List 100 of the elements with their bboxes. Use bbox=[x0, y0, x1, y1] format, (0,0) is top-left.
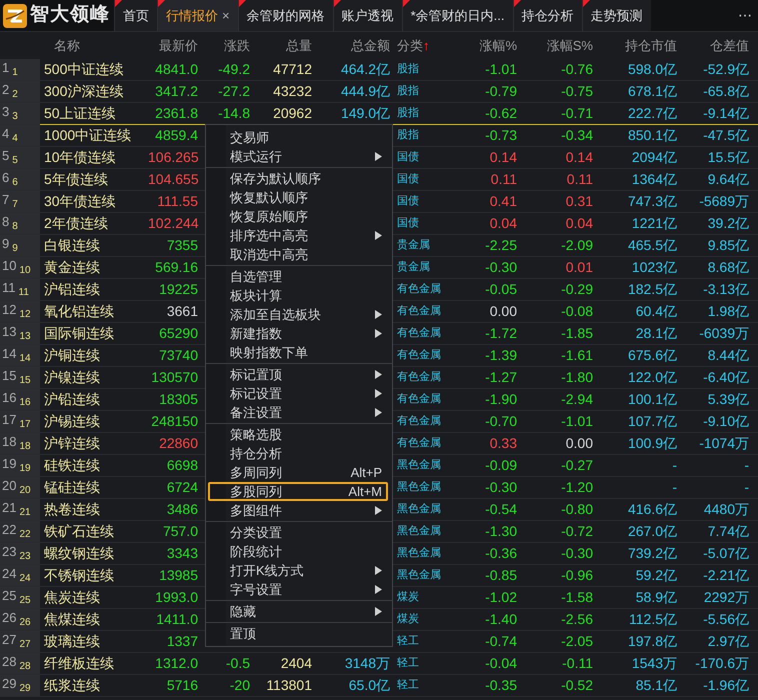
row-index: 7 bbox=[12, 199, 18, 211]
column-header[interactable]: 涨幅S% bbox=[520, 36, 596, 56]
table-cell-text: -5.56亿 bbox=[702, 610, 750, 629]
column-header[interactable]: 涨跌 bbox=[201, 36, 253, 56]
table-cell-text: 纤维板连续 bbox=[43, 654, 115, 673]
menu-item[interactable]: 字号设置 bbox=[208, 580, 388, 599]
row-number: 26 bbox=[2, 609, 16, 626]
table-cell-text: 轻工 bbox=[396, 634, 420, 649]
table-cell-text: -0.62 bbox=[484, 104, 518, 123]
table-cell-text: 0.31 bbox=[564, 192, 594, 211]
menu-item[interactable]: 取消选中高亮 bbox=[208, 245, 388, 264]
table-cell-text: -1.90 bbox=[484, 390, 518, 409]
table-cell-text: 7355 bbox=[166, 236, 199, 255]
menu-item[interactable]: 恢复默认顺序 bbox=[208, 188, 388, 207]
tab[interactable]: 持仓分析 bbox=[512, 0, 582, 31]
table-cell-text: -1.30 bbox=[484, 522, 518, 541]
tab[interactable]: 行情报价 × bbox=[157, 0, 238, 31]
table-cell-text: -0.08 bbox=[560, 302, 594, 321]
tab[interactable]: 走势预测 bbox=[582, 0, 650, 31]
row-number: 7 bbox=[2, 191, 10, 208]
table-cell-text: 5年债连续 bbox=[43, 170, 109, 189]
tab[interactable]: 首页 bbox=[114, 0, 157, 31]
table-cell-text: -0.54 bbox=[484, 500, 518, 519]
menu-item[interactable]: 保存为默认顺序 bbox=[208, 169, 388, 188]
table-cell-text: 煤炭 bbox=[396, 590, 420, 605]
table-cell-text: -6.40亿 bbox=[702, 368, 750, 387]
table-cell-text: -0.75 bbox=[560, 82, 594, 101]
table-cell-text: -1.40 bbox=[484, 610, 518, 629]
menu-item[interactable]: 多图组件 bbox=[208, 501, 388, 520]
table-cell-text: 19225 bbox=[158, 280, 199, 299]
menu-item[interactable]: 阶段统计 bbox=[208, 542, 388, 561]
menu-item[interactable]: 模式运行 bbox=[208, 147, 388, 166]
row-index: 25 bbox=[19, 595, 31, 607]
menu-item[interactable]: 隐藏 bbox=[208, 602, 388, 621]
menu-item[interactable]: 多周同列 Alt+P bbox=[208, 463, 388, 482]
menu-item[interactable]: 恢复原始顺序 bbox=[208, 207, 388, 226]
menu-item[interactable]: 映射指数下单 bbox=[208, 343, 388, 362]
row-number: 4 bbox=[2, 125, 10, 142]
row-index: 27 bbox=[19, 639, 31, 651]
column-header[interactable]: 仓差值 bbox=[680, 36, 752, 56]
menu-item[interactable]: 自选管理 bbox=[208, 267, 388, 286]
table-cell-text: -9.10亿 bbox=[702, 412, 750, 431]
column-header[interactable]: 总量 bbox=[253, 36, 315, 56]
row-number: 23 bbox=[2, 543, 16, 560]
menu-item[interactable]: 策略选股 bbox=[208, 425, 388, 444]
tab[interactable]: *余管财的日内... bbox=[402, 0, 512, 31]
table-cell-text: 锰硅连续 bbox=[43, 478, 101, 497]
column-header[interactable]: 分类↑ bbox=[393, 36, 453, 56]
table-cell-text: -0.73 bbox=[484, 126, 518, 145]
menu-item[interactable]: 标记设置 bbox=[208, 384, 388, 403]
menu-item[interactable]: 交易师 bbox=[208, 128, 388, 147]
table-cell-text: 0.04 bbox=[488, 214, 518, 233]
table-cell-text: 黑色金属 bbox=[396, 524, 442, 539]
tab[interactable]: 账户透视 bbox=[332, 0, 402, 31]
table-cell-text: 18305 bbox=[158, 390, 199, 409]
row-index: 1 bbox=[12, 67, 18, 79]
tab[interactable]: 余管财的网格 bbox=[238, 0, 333, 31]
table-cell-text: -1.61 bbox=[560, 346, 594, 365]
table-cell-text: 有色金属 bbox=[396, 282, 442, 297]
menu-item[interactable]: 持仓分析 bbox=[208, 444, 388, 463]
menu-item[interactable]: 添加至自选板块 bbox=[208, 305, 388, 324]
column-header[interactable]: 总金额 bbox=[315, 36, 393, 56]
table-cell-text: 有色金属 bbox=[396, 348, 442, 363]
menu-item[interactable]: 多股同列 Alt+M bbox=[208, 482, 388, 501]
table-cell-text: - bbox=[671, 478, 678, 497]
table-cell-text: 0.14 bbox=[488, 148, 518, 167]
row-index: 9 bbox=[12, 243, 18, 255]
table-cell-text: 国债 bbox=[396, 150, 420, 165]
table-cell-text: -0.11 bbox=[561, 654, 594, 673]
column-header[interactable]: 名称 bbox=[40, 36, 148, 56]
table-cell-text: 贵金属 bbox=[396, 238, 431, 253]
menu-item[interactable]: 板块计算 bbox=[208, 286, 388, 305]
table-cell-text: -0.04 bbox=[484, 654, 518, 673]
table-cell-text: -1.96亿 bbox=[702, 676, 750, 695]
row-number: 14 bbox=[2, 345, 16, 362]
table-cell-text: -1.39 bbox=[484, 346, 518, 365]
table-cell-text: 0.11 bbox=[566, 170, 594, 189]
menu-item[interactable]: 备注设置 bbox=[208, 403, 388, 422]
row-index: 2 bbox=[12, 89, 18, 101]
table-cell-text: 100.1亿 bbox=[626, 390, 678, 409]
column-header[interactable]: 涨幅% bbox=[453, 36, 520, 56]
table-cell-text: 黑色金属 bbox=[396, 480, 442, 495]
table-cell-text: 0.00 bbox=[488, 302, 518, 321]
column-header[interactable]: 持仓市值 bbox=[596, 36, 680, 56]
menu-item[interactable]: 排序选中高亮 bbox=[208, 226, 388, 245]
table-cell-text: 4841.0 bbox=[154, 60, 199, 79]
table-cell-text: 3486 bbox=[166, 500, 199, 519]
table-cell-text: -14.8 bbox=[217, 104, 251, 123]
menu-item[interactable]: 标记置顶 bbox=[208, 365, 388, 384]
menu-item[interactable]: 打开K线方式 bbox=[208, 561, 388, 580]
table-cell-text: 3661 bbox=[166, 302, 199, 321]
menu-item[interactable]: 新建指数 bbox=[208, 324, 388, 343]
menu-item[interactable]: 置顶 bbox=[208, 624, 388, 643]
close-icon[interactable]: × bbox=[222, 6, 230, 26]
menu-item[interactable]: 分类设置 bbox=[208, 523, 388, 542]
row-index: 23 bbox=[19, 551, 31, 563]
row-index: 18 bbox=[19, 441, 31, 453]
overflow-button[interactable]: ⋯ bbox=[732, 0, 758, 31]
table-cell-text: 3343 bbox=[166, 544, 199, 563]
column-header[interactable]: 最新价 bbox=[148, 36, 201, 56]
